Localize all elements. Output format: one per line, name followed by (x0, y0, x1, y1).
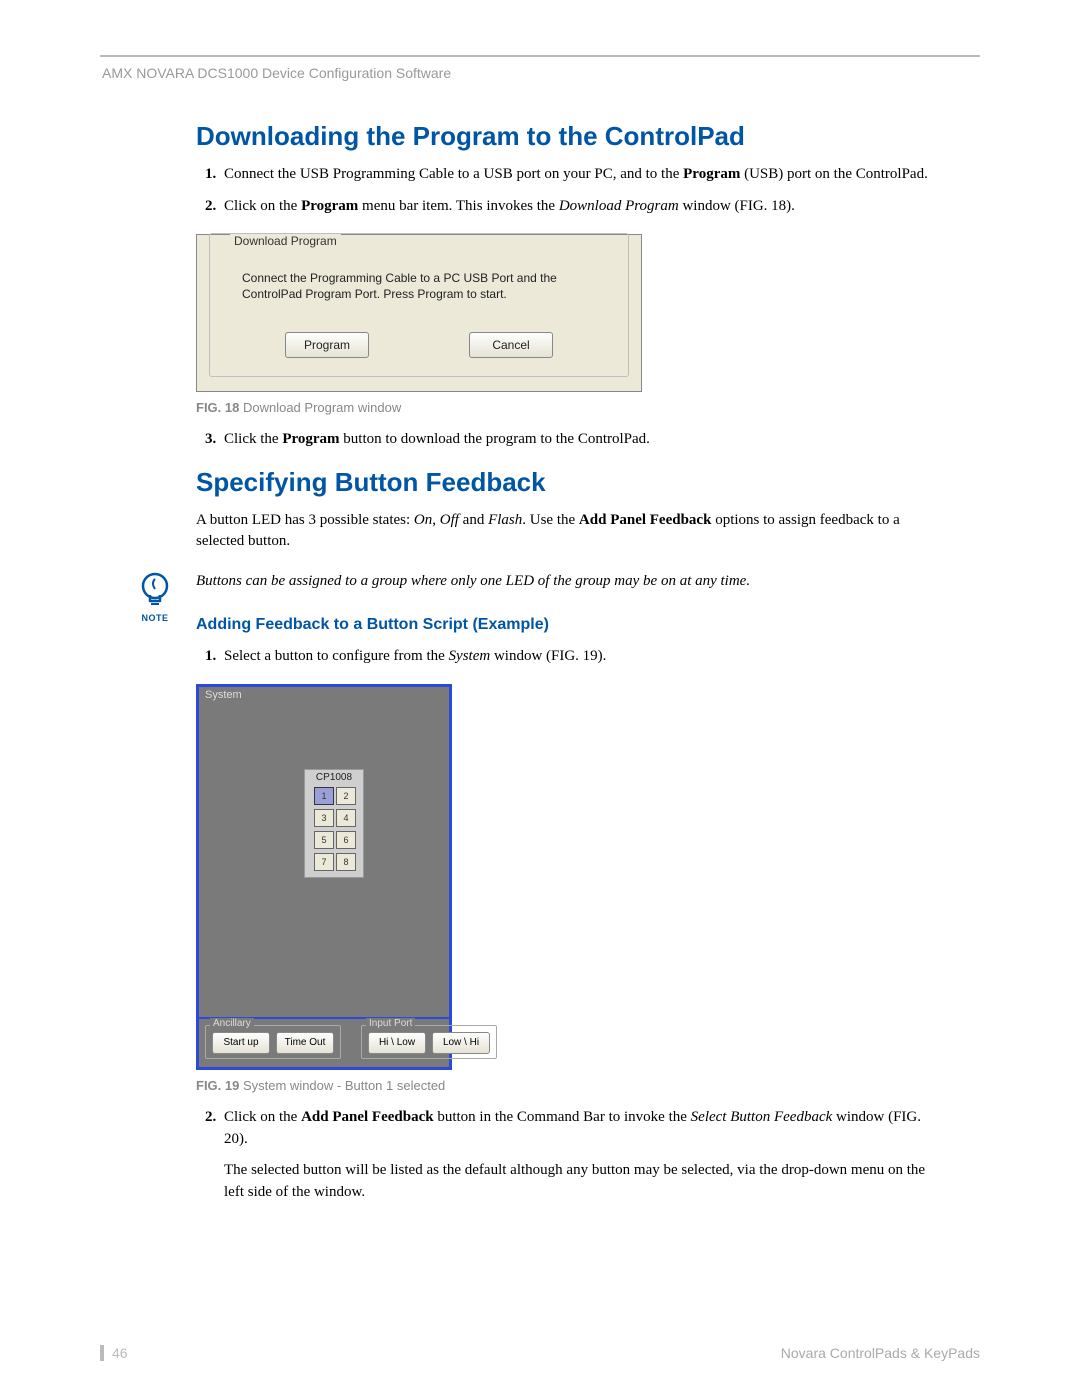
system-window: System CP1008 1 2 3 4 5 6 7 8 (196, 684, 452, 1070)
sub1-step2: Click on the Add Panel Feedback button i… (220, 1107, 936, 1204)
cp-button-5[interactable]: 5 (314, 831, 334, 849)
fig18-caption: FIG. 18 Download Program window (196, 400, 936, 415)
cp-button-7[interactable]: 7 (314, 853, 334, 871)
dialog-instruction: Connect the Programming Cable to a PC US… (242, 270, 608, 302)
page-footer: 46 Novara ControlPads & KeyPads (100, 1345, 980, 1361)
note-block: NOTE Buttons can be assigned to a group … (196, 571, 936, 592)
dialog-title: Download Program (230, 234, 341, 248)
footer-doc-title: Novara ControlPads & KeyPads (781, 1345, 980, 1361)
cp-button-8[interactable]: 8 (336, 853, 356, 871)
fig19-caption: FIG. 19 System window - Button 1 selecte… (196, 1078, 936, 1093)
cp-button-6[interactable]: 6 (336, 831, 356, 849)
note-icon: NOTE (132, 571, 178, 623)
cp-button-3[interactable]: 3 (314, 809, 334, 827)
section1-title: Downloading the Program to the ControlPa… (196, 121, 936, 152)
section2-title: Specifying Button Feedback (196, 467, 936, 498)
cp-button-4[interactable]: 4 (336, 809, 356, 827)
sub1-step2-para2: The selected button will be listed as th… (224, 1160, 936, 1204)
timeout-button[interactable]: Time Out (276, 1032, 334, 1054)
section2-intro: A button LED has 3 possible states: On, … (196, 510, 936, 554)
ancillary-group: Ancillary Start up Time Out (205, 1025, 341, 1059)
cancel-button[interactable]: Cancel (469, 332, 553, 358)
cp-button-2[interactable]: 2 (336, 787, 356, 805)
lightbulb-icon (138, 571, 172, 611)
download-program-window: Download Program Connect the Programming… (196, 234, 642, 392)
controlpad-panel: CP1008 1 2 3 4 5 6 7 8 (304, 769, 364, 878)
note-text: Buttons can be assigned to a group where… (196, 571, 936, 592)
cp-button-1[interactable]: 1 (314, 787, 334, 805)
s1-step1: Connect the USB Programming Cable to a U… (220, 164, 936, 186)
program-button[interactable]: Program (285, 332, 369, 358)
sub1-step1: Select a button to configure from the Sy… (220, 646, 936, 668)
s1-step2: Click on the Program menu bar item. This… (220, 196, 936, 218)
lowhi-button[interactable]: Low \ Hi (432, 1032, 490, 1054)
hilow-button[interactable]: Hi \ Low (368, 1032, 426, 1054)
cp-title: CP1008 (307, 772, 361, 783)
page-number: 46 (100, 1345, 128, 1361)
running-header: AMX NOVARA DCS1000 Device Configuration … (100, 61, 980, 121)
header-rule (100, 55, 980, 57)
sub1-title: Adding Feedback to a Button Script (Exam… (196, 616, 936, 634)
input-port-group: Input Port Hi \ Low Low \ Hi (361, 1025, 497, 1059)
startup-button[interactable]: Start up (212, 1032, 270, 1054)
s1-step3: Click the Program button to download the… (220, 429, 936, 451)
